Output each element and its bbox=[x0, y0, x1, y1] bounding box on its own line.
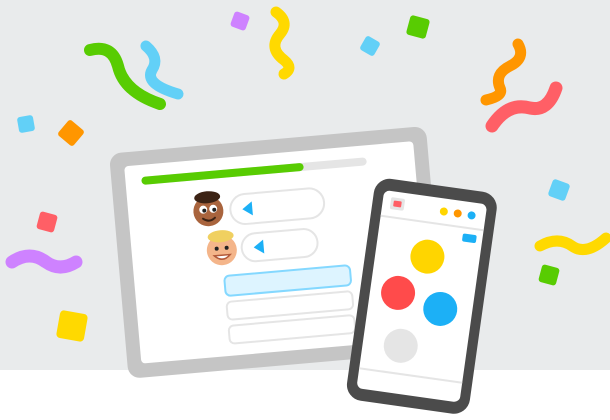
celebration-illustration bbox=[0, 0, 610, 420]
flag-icon-inner bbox=[393, 200, 402, 208]
confetti-square-yellow bbox=[56, 310, 88, 342]
confetti-square-blue-left bbox=[17, 115, 35, 133]
floor bbox=[0, 370, 610, 420]
speech-bubble[interactable] bbox=[240, 228, 319, 263]
